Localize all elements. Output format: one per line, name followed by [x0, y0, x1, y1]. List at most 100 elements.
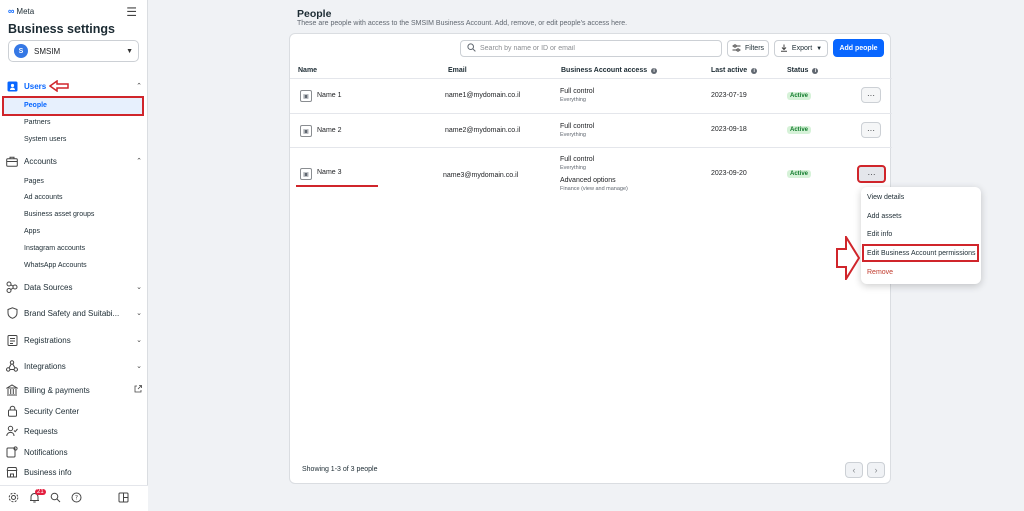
- access-cell: Full control Everything Advanced options…: [560, 155, 628, 194]
- caret-down-icon: ▼: [126, 47, 133, 55]
- sidebar-group-users[interactable]: Users ⌃: [6, 78, 142, 94]
- column-header-access[interactable]: Business Account access i: [561, 67, 658, 74]
- sidebar-group-data-sources-label: Data Sources: [24, 282, 73, 292]
- download-icon: [780, 44, 788, 54]
- pagination-summary: Showing 1-3 of 3 people: [302, 466, 378, 473]
- meta-logo[interactable]: ∞ Meta: [8, 6, 34, 16]
- sidebar-item-notifications[interactable]: Notifications: [6, 444, 142, 460]
- sidebar-item-billing-label: Billing & payments: [24, 385, 90, 395]
- table-row[interactable]: ▣ Name 1 name1@mydomain.co.il Full contr…: [290, 79, 892, 113]
- more-options-button[interactable]: ···: [861, 122, 881, 138]
- search-icon[interactable]: [50, 492, 61, 505]
- access-level: Full control: [560, 88, 595, 95]
- table-row[interactable]: ▣ Name 2 name2@mydomain.co.il Full contr…: [290, 114, 892, 147]
- sidebar-item-whatsapp-accounts[interactable]: WhatsApp Accounts: [24, 262, 87, 269]
- table-row[interactable]: ▣ Name 3 name3@mydomain.co.il Full contr…: [290, 148, 892, 198]
- column-header-last-active[interactable]: Last active i: [711, 67, 758, 74]
- sliders-icon: [732, 43, 741, 54]
- bank-icon: [6, 384, 18, 396]
- sidebar-group-registrations[interactable]: Registrations ⌄: [6, 332, 142, 348]
- briefcase-icon: [6, 155, 18, 167]
- notification-icon: [6, 446, 18, 458]
- chevron-down-icon: ⌄: [136, 310, 142, 317]
- sidebar-item-ad-accounts[interactable]: Ad accounts: [24, 194, 63, 201]
- column-header-email[interactable]: Email: [448, 67, 467, 74]
- menu-icon[interactable]: ☰: [126, 5, 137, 19]
- sidebar-item-people[interactable]: People: [2, 96, 144, 116]
- user-icon: ▣: [300, 90, 312, 102]
- more-icon: ···: [867, 90, 875, 100]
- users-icon: [6, 80, 18, 92]
- more-options-button[interactable]: ···: [857, 165, 886, 183]
- sidebar-item-requests[interactable]: Requests: [6, 423, 142, 439]
- next-page-button[interactable]: ›: [867, 462, 885, 478]
- user-email: name1@mydomain.co.il: [445, 92, 521, 99]
- sidebar-item-billing[interactable]: Billing & payments: [6, 382, 142, 398]
- account-name: SMSIM: [34, 46, 61, 56]
- annotation-arrow-right-icon: [836, 233, 861, 283]
- export-button[interactable]: Export ▼: [774, 40, 828, 57]
- more-options-button[interactable]: ···: [861, 87, 881, 103]
- user-name: Name 3: [317, 169, 342, 176]
- sidebar-bottom-toolbar: ? 21: [0, 485, 148, 511]
- search-input[interactable]: [480, 45, 721, 52]
- meta-infinity-icon: ∞: [8, 6, 15, 16]
- search-box[interactable]: [460, 40, 722, 57]
- column-header-label: Name: [298, 67, 318, 74]
- sidebar-item-system-users[interactable]: System users: [24, 136, 66, 143]
- more-icon: ···: [867, 125, 875, 135]
- info-icon[interactable]: i: [751, 67, 758, 74]
- sidebar-group-integrations[interactable]: Integrations ⌄: [6, 358, 142, 374]
- status-badge: Active: [787, 126, 812, 134]
- business-account-selector[interactable]: S SMSIM ▼: [8, 40, 139, 62]
- sidebar-group-brand-safety[interactable]: Brand Safety and Suitabi... ⌄: [6, 305, 142, 321]
- sidebar-item-business-info[interactable]: Business info: [6, 464, 142, 480]
- menu-item-remove[interactable]: Remove: [867, 269, 893, 276]
- search-icon: [467, 43, 476, 54]
- chevron-down-icon: ⌄: [136, 337, 142, 344]
- filters-button[interactable]: Filters: [727, 40, 769, 57]
- sidebar-item-business-info-label: Business info: [24, 467, 72, 477]
- sidebar-group-accounts[interactable]: Accounts ⌃: [6, 153, 142, 169]
- sidebar-item-pages[interactable]: Pages: [24, 178, 44, 185]
- add-people-button[interactable]: Add people: [833, 39, 884, 57]
- user-icon: ▣: [300, 168, 312, 180]
- previous-page-button[interactable]: ‹: [845, 462, 863, 478]
- lock-icon: [6, 405, 18, 417]
- external-link-icon: [132, 385, 142, 395]
- menu-item-edit-permissions[interactable]: Edit Business Account permissions: [867, 250, 976, 257]
- column-header-label: Status: [787, 67, 809, 74]
- user-name: Name 1: [317, 92, 342, 99]
- menu-item-add-assets[interactable]: Add assets: [867, 213, 902, 220]
- access-level: Full control: [560, 123, 595, 130]
- access-cell: Full control Everything: [560, 87, 594, 105]
- column-header-name[interactable]: Name: [298, 67, 317, 74]
- access-scope: Everything: [560, 97, 586, 103]
- integrations-icon: [6, 360, 18, 372]
- sidebar-group-brand-safety-label: Brand Safety and Suitabi...: [24, 308, 120, 318]
- help-icon[interactable]: ?: [71, 492, 82, 505]
- layout-icon[interactable]: [118, 492, 129, 505]
- last-active: 2023-09-20: [711, 170, 747, 177]
- gear-icon[interactable]: [8, 492, 19, 505]
- info-icon[interactable]: i: [812, 67, 819, 74]
- sidebar-group-data-sources[interactable]: Data Sources ⌄: [6, 279, 142, 295]
- sidebar-item-instagram-accounts[interactable]: Instagram accounts: [24, 245, 85, 252]
- chevron-up-icon: ⌃: [136, 158, 142, 165]
- menu-item-view-details[interactable]: View details: [867, 194, 904, 201]
- column-header-status[interactable]: Status i: [787, 67, 819, 74]
- person-check-icon: [6, 425, 18, 437]
- status-badge: Active: [787, 92, 812, 100]
- sidebar-item-business-asset-groups[interactable]: Business asset groups: [24, 211, 94, 218]
- sidebar-item-apps[interactable]: Apps: [24, 228, 40, 235]
- sidebar-item-security-center[interactable]: Security Center: [6, 403, 142, 419]
- column-header-label: Email: [448, 67, 467, 74]
- user-name: Name 2: [317, 127, 342, 134]
- info-icon[interactable]: i: [651, 67, 658, 74]
- people-table-card: Filters Export ▼ Add people Name Email B…: [289, 33, 892, 484]
- menu-item-edit-info[interactable]: Edit info: [867, 231, 892, 238]
- sidebar-group-users-label: Users: [24, 81, 47, 91]
- meta-logo-text: Meta: [16, 6, 35, 16]
- sidebar-item-requests-label: Requests: [24, 426, 58, 436]
- sidebar-item-partners[interactable]: Partners: [24, 119, 50, 126]
